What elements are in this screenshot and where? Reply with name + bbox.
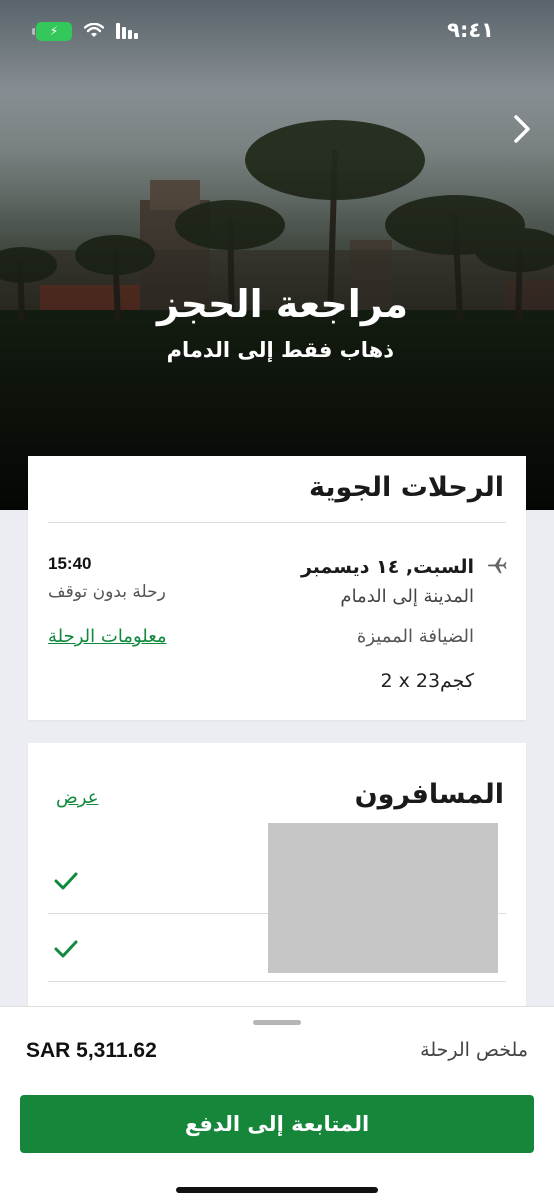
status-icons: ⚡: [32, 20, 138, 42]
flight-time: 15:40: [48, 554, 92, 573]
checkmark-icon: [54, 940, 78, 958]
flight-details-link[interactable]: معلومات الرحلة: [48, 626, 167, 647]
hero-banner: ⚡ ٩:٤١ مراجعة الحجز ذهاب فقط إلى الدمام: [0, 0, 554, 510]
flight-cabin-class: الضيافة المميزة: [356, 626, 474, 647]
flight-stops: رحلة بدون توقف: [48, 582, 166, 602]
view-passengers-link[interactable]: عرض: [56, 787, 98, 808]
wifi-icon: [84, 23, 104, 37]
flight-date: السبت, ١٤ ديسمبر: [300, 556, 474, 578]
home-indicator: [176, 1187, 378, 1193]
airplane-icon: [487, 557, 507, 574]
redacted-passenger-names: [268, 823, 498, 973]
passengers-heading: المسافرون: [354, 779, 504, 810]
trip-summary-sheet: SAR 5,311.62 ملخص الرحلة المتابعة إلى ال…: [0, 1006, 554, 1200]
trip-summary-label: ملخص الرحلة: [420, 1039, 528, 1061]
divider: [48, 522, 506, 523]
battery-charging-icon: ⚡: [32, 21, 72, 41]
status-time: ٩:٤١: [447, 18, 494, 42]
divider: [48, 981, 506, 982]
flights-card: الرحلات الجوية السبت, ١٤ ديسمبر المدينة …: [28, 456, 526, 720]
page-title: مراجعة الحجز: [156, 282, 408, 326]
flight-baggage: 2 x 23كجم: [380, 670, 474, 692]
flights-heading: الرحلات الجوية: [309, 472, 504, 503]
page-subtitle: ذهاب فقط إلى الدمام: [166, 338, 394, 362]
hero-gradient-overlay: [0, 0, 554, 510]
checkmark-icon: [54, 872, 78, 890]
continue-to-payment-button[interactable]: المتابعة إلى الدفع: [20, 1095, 534, 1153]
flight-route: المدينة إلى الدمام: [340, 586, 474, 607]
total-amount: SAR 5,311.62: [26, 1039, 157, 1062]
passengers-card: المسافرون عرض: [28, 743, 526, 1023]
sheet-grabber-handle[interactable]: [253, 1020, 301, 1025]
status-bar: ⚡ ٩:٤١: [0, 0, 554, 60]
chevron-right-icon[interactable]: [512, 114, 532, 150]
signal-icon: [116, 23, 138, 39]
